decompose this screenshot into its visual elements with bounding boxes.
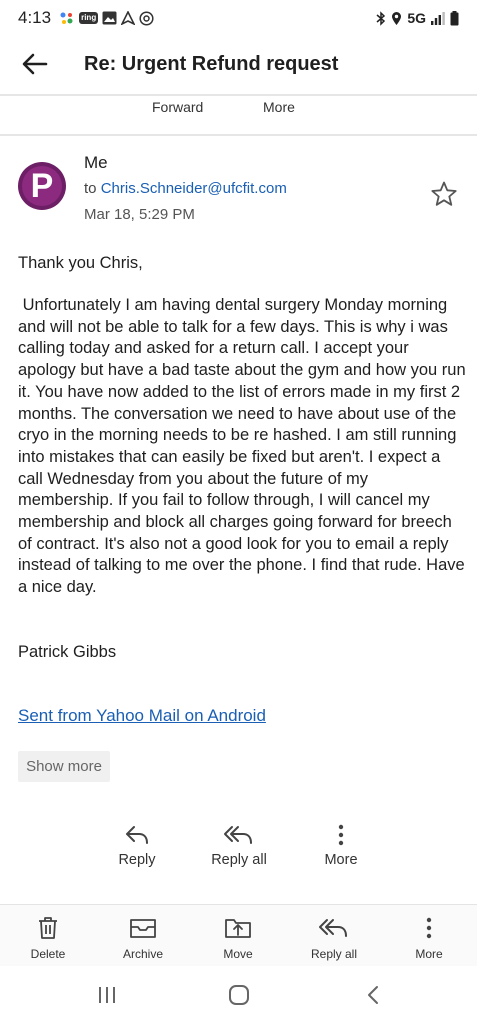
navigation-icon	[121, 10, 136, 26]
status-system-icons: 5G	[376, 10, 459, 26]
reply-all-label: Reply all	[211, 852, 267, 868]
bottom-toolbar: Delete Archive Move Reply all More	[0, 904, 477, 966]
message-date: Mar 18, 5:29 PM	[84, 206, 195, 223]
divider	[0, 134, 477, 136]
status-time: 4:13	[18, 8, 52, 27]
avatar[interactable]: P	[18, 162, 66, 210]
page-title: Re: Urgent Refund request	[84, 52, 339, 75]
status-notification-icons: ring	[59, 10, 154, 26]
message-body: Unfortunately I am having dental surgery…	[18, 296, 471, 597]
reply-label: Reply	[118, 852, 156, 868]
more-button[interactable]: More	[296, 820, 386, 880]
signal-icon	[431, 10, 445, 26]
recent-apps-button[interactable]	[87, 982, 127, 1008]
more-button-top[interactable]: More	[263, 99, 295, 115]
message-header: P Me to Chris.Schneider@ufcfit.com Mar 1…	[0, 150, 477, 230]
archive-label: Archive	[122, 947, 163, 961]
ring-icon: ring	[79, 10, 99, 26]
star-button[interactable]	[430, 180, 458, 208]
home-icon	[229, 985, 249, 1005]
star-icon	[431, 181, 457, 206]
google-icon	[59, 10, 75, 26]
archive-button[interactable]: Archive	[103, 913, 183, 967]
chevron-left-icon	[368, 986, 378, 1004]
more-label: More	[324, 852, 358, 868]
back-arrow-icon	[22, 53, 48, 75]
reply-all-toolbar-label: Reply all	[310, 947, 358, 961]
archive-icon	[129, 913, 157, 943]
move-label: Move	[223, 947, 253, 961]
trash-icon	[37, 913, 59, 943]
bluetooth-icon	[376, 10, 386, 26]
avatar-letter: P	[22, 166, 62, 206]
message-greeting: Thank you Chris,	[18, 254, 143, 272]
to-prefix: to	[84, 180, 97, 197]
delete-button[interactable]: Delete	[8, 913, 88, 967]
network-type: 5G	[407, 10, 426, 26]
reply-all-toolbar-button[interactable]: Reply all	[294, 913, 374, 967]
sender-name: Me	[84, 153, 108, 172]
back-button[interactable]	[0, 36, 70, 92]
delete-label: Delete	[30, 947, 66, 961]
reply-all-button[interactable]: Reply all	[194, 820, 284, 880]
home-button[interactable]	[219, 982, 259, 1008]
ring-badge-label: ring	[79, 12, 99, 24]
status-bar: 4:13 ring 5G	[0, 0, 477, 36]
at-sign-icon	[139, 10, 154, 26]
recipient-email[interactable]: Chris.Schneider@ufcfit.com	[101, 180, 287, 197]
more-vertical-icon	[338, 820, 344, 850]
reply-icon	[124, 820, 150, 850]
more-vertical-icon	[426, 913, 432, 943]
move-button[interactable]: Move	[198, 913, 278, 967]
show-more-button[interactable]: Show more	[18, 751, 110, 782]
app-bar: Re: Urgent Refund request	[0, 36, 477, 92]
reply-all-icon	[318, 913, 350, 943]
yahoo-mail-link[interactable]: Sent from Yahoo Mail on Android	[18, 706, 266, 726]
image-icon	[102, 10, 117, 26]
battery-icon	[450, 10, 459, 26]
reply-button[interactable]: Reply	[92, 820, 182, 880]
more-toolbar-button[interactable]: More	[389, 913, 469, 967]
message-signature: Patrick Gibbs	[18, 643, 117, 661]
recent-apps-icon	[99, 987, 115, 1003]
reply-all-icon	[223, 820, 255, 850]
move-to-folder-icon	[224, 913, 252, 943]
reply-actions: Reply Reply all More	[0, 820, 477, 880]
recipient-line[interactable]: to Chris.Schneider@ufcfit.com	[84, 180, 287, 197]
more-toolbar-label: More	[415, 947, 443, 961]
forward-button[interactable]: Forward	[152, 99, 203, 115]
top-action-strip: Forward More	[0, 96, 477, 134]
back-nav-button[interactable]	[353, 982, 393, 1008]
location-icon	[391, 10, 402, 26]
system-navigation-bar	[0, 966, 477, 1024]
